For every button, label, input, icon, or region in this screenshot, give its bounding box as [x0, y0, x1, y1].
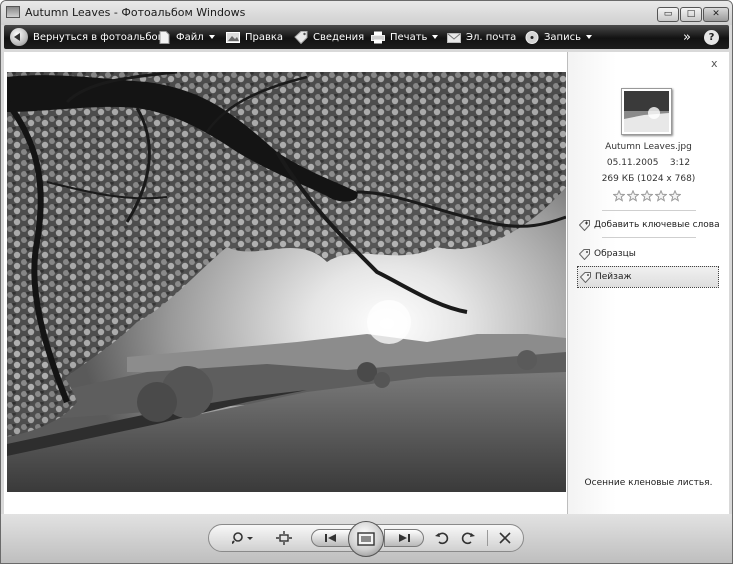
rotate-counterclockwise-button[interactable] [433, 525, 451, 551]
info-button[interactable]: Сведения [294, 25, 364, 49]
app-icon [6, 6, 20, 18]
info-pane: x Autumn Leaves.jpg 05.11.2005 3:12 269 … [568, 52, 729, 514]
file-menu-button[interactable]: Файл [157, 25, 215, 49]
actual-size-icon [276, 531, 292, 545]
email-label: Эл. почта [466, 31, 517, 43]
date-value: 05.11.2005 [606, 158, 659, 168]
photo-caption[interactable]: Осенние кленовые листья. [568, 478, 729, 488]
back-arrow-icon [10, 28, 28, 46]
next-button[interactable] [384, 529, 424, 547]
next-icon [399, 534, 410, 542]
rating-stars[interactable] [613, 190, 681, 202]
tag-item-selected[interactable]: Пейзаж [577, 266, 719, 288]
print-menu-label: Печать [390, 31, 428, 43]
burn-menu-button[interactable]: Запись [525, 25, 592, 49]
chevron-down-icon [585, 35, 592, 39]
document-icon [159, 30, 170, 44]
tag-label: Пейзаж [595, 272, 632, 282]
minimize-button[interactable]: ▭ [657, 7, 679, 22]
photo-viewer-window: Autumn Leaves - Фотоальбом Windows ▭ □ ✕… [0, 0, 733, 564]
add-tags-link[interactable]: Добавить ключевые слова [577, 214, 720, 236]
star-icon[interactable] [627, 190, 639, 202]
star-icon[interactable] [613, 190, 625, 202]
image-edit-icon [226, 31, 240, 43]
title-bar: Autumn Leaves - Фотоальбом Windows ▭ □ ✕ [1, 1, 732, 25]
add-tag-icon [579, 219, 590, 231]
zoom-button[interactable] [229, 525, 257, 551]
divider [602, 237, 696, 238]
help-icon: ? [704, 29, 719, 45]
file-size: 269 КБ (1024 x 768) [601, 174, 696, 184]
rotate-clockwise-button[interactable] [459, 525, 477, 551]
close-window-button[interactable]: ✕ [703, 7, 729, 22]
file-menu-label: Файл [176, 31, 204, 43]
previous-button[interactable] [311, 529, 351, 547]
delete-button[interactable] [495, 525, 515, 551]
tag-icon [579, 248, 590, 260]
date-taken[interactable]: 05.11.2005 3:12 [568, 158, 729, 168]
actual-size-button[interactable] [273, 525, 295, 551]
close-info-pane-button[interactable]: x [711, 57, 718, 70]
photo-viewport[interactable] [4, 52, 568, 514]
slideshow-icon [357, 532, 375, 546]
rotate-left-icon [435, 532, 449, 545]
fix-label: Правка [245, 31, 284, 43]
star-icon[interactable] [641, 190, 653, 202]
maximize-button[interactable]: □ [680, 7, 702, 22]
more-commands-button[interactable]: » [683, 25, 691, 49]
file-name[interactable]: Autumn Leaves.jpg [568, 142, 729, 152]
chevron-down-icon [208, 35, 215, 39]
tag-label: Образцы [594, 249, 636, 259]
star-icon[interactable] [655, 190, 667, 202]
divider [602, 210, 696, 211]
print-menu-button[interactable]: Печать [371, 25, 439, 49]
navigation-bar [1, 514, 732, 563]
chevron-down-icon [432, 35, 439, 39]
previous-icon [325, 534, 336, 542]
command-toolbar: Вернуться в фотоальбом Файл Правка Сведе… [4, 25, 729, 49]
delete-icon [499, 532, 511, 544]
help-button[interactable]: ? [704, 25, 719, 49]
burn-menu-label: Запись [544, 31, 581, 43]
rotate-right-icon [461, 532, 475, 545]
back-to-gallery-label: Вернуться в фотоальбом [33, 31, 166, 43]
autumn-leaves-photo [7, 72, 566, 492]
photo-thumbnail [621, 88, 672, 135]
playback-controls [208, 521, 524, 557]
printer-icon [371, 31, 385, 43]
disc-icon [525, 30, 539, 44]
window-title: Autumn Leaves - Фотоальбом Windows [25, 6, 246, 19]
time-value: 3:12 [669, 158, 691, 168]
back-to-gallery-button[interactable]: Вернуться в фотоальбом [10, 25, 165, 49]
slideshow-button[interactable] [348, 521, 384, 557]
fix-button[interactable]: Правка [226, 25, 283, 49]
email-button[interactable]: Эл. почта [447, 25, 516, 49]
overflow-chevron-icon: » [683, 29, 691, 45]
divider [487, 530, 488, 546]
star-icon[interactable] [669, 190, 681, 202]
tag-icon [580, 271, 591, 283]
envelope-icon [447, 32, 461, 43]
tag-item[interactable]: Образцы [577, 243, 719, 265]
add-tags-label: Добавить ключевые слова [594, 220, 720, 230]
thumbnail-image [624, 91, 669, 132]
magnifier-icon [232, 532, 253, 545]
info-label: Сведения [313, 31, 365, 43]
tag-info-icon [294, 30, 308, 44]
